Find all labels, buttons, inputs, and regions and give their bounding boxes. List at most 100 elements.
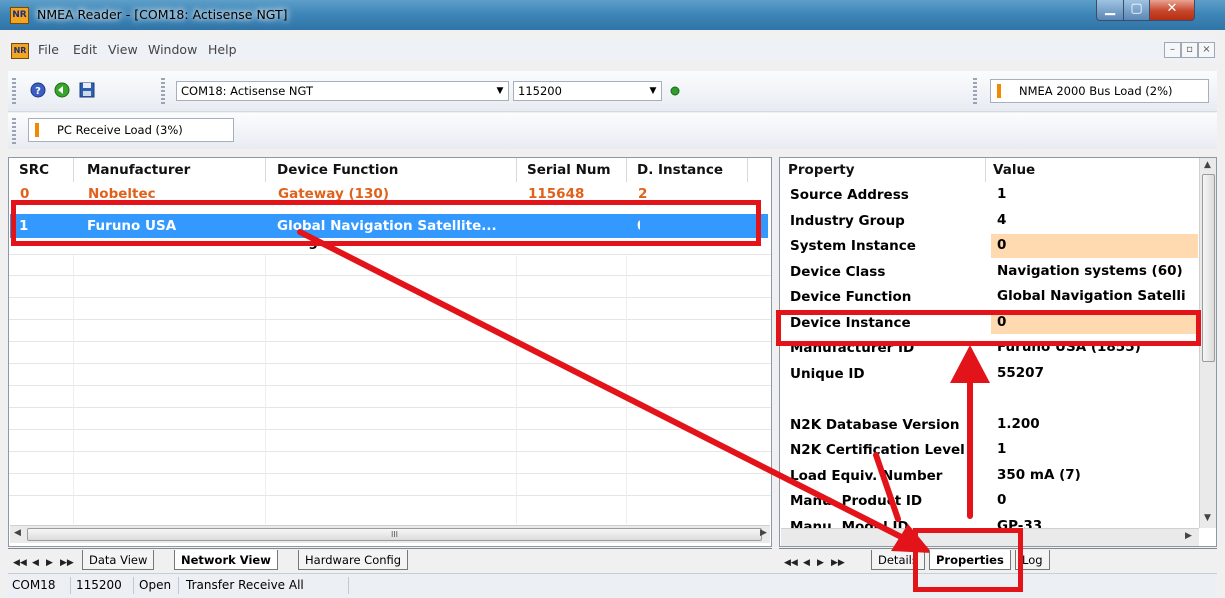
property-name: Manufacturer ID bbox=[790, 340, 915, 356]
first-tab-icon[interactable]: ◀◀ bbox=[13, 553, 27, 573]
menu-help[interactable]: Help bbox=[208, 42, 237, 57]
first-tab-icon[interactable]: ◀◀ bbox=[784, 553, 798, 573]
bus-load-label: NMEA 2000 Bus Load (2%) bbox=[1019, 84, 1173, 98]
save-icon[interactable] bbox=[78, 81, 96, 99]
maximize-button[interactable]: ▢ bbox=[1123, 0, 1150, 21]
property-row[interactable]: Device Function Global Navigation Satelli bbox=[780, 285, 1198, 311]
column-header-d-instance[interactable]: D. Instance bbox=[637, 158, 723, 182]
prev-tab-icon[interactable]: ◀ bbox=[803, 553, 810, 573]
connect-icon[interactable] bbox=[53, 81, 71, 99]
column-header-property[interactable]: Property bbox=[788, 158, 855, 182]
cell-src: 1 bbox=[19, 218, 29, 234]
scroll-right-arrow-icon[interactable]: ▶ bbox=[1185, 531, 1192, 541]
column-header-value[interactable]: Value bbox=[993, 158, 1035, 182]
property-row[interactable]: Industry Group 4 bbox=[780, 209, 1198, 235]
toolbar-grip[interactable] bbox=[12, 118, 16, 144]
menu-window[interactable]: Window bbox=[148, 42, 197, 57]
menu-edit[interactable]: Edit bbox=[73, 42, 97, 57]
property-value: 1.200 bbox=[997, 415, 1040, 432]
tab-log[interactable]: Log bbox=[1015, 550, 1050, 570]
property-value: Global Navigation Satelli bbox=[997, 288, 1186, 304]
status-state: Open bbox=[139, 578, 172, 592]
left-tab-strip: ◀◀ ◀ ▶ ▶▶ Data View Network View Hardwar… bbox=[8, 548, 772, 571]
app-icon: NR bbox=[10, 7, 29, 24]
property-name: Device Class bbox=[790, 263, 886, 280]
tab-details[interactable]: Details bbox=[871, 550, 925, 570]
pc-load-bar bbox=[35, 123, 39, 137]
port-select[interactable]: COM18: Actisense NGT ▼ bbox=[176, 81, 509, 101]
table-row[interactable]: 0 Nobeltec Gateway (130) 115648 2 bbox=[10, 182, 770, 200]
mdi-restore-button[interactable]: ▫ bbox=[1181, 42, 1198, 58]
scroll-down-arrow-icon[interactable]: ▼ bbox=[1204, 513, 1211, 523]
column-header-serial-num[interactable]: Serial Num bbox=[527, 158, 611, 182]
table-row-selected-tail[interactable] bbox=[640, 214, 768, 238]
bus-load-indicator: NMEA 2000 Bus Load (2%) bbox=[990, 79, 1209, 103]
toolbar-grip[interactable] bbox=[161, 78, 165, 104]
property-name: Device Function bbox=[790, 289, 912, 305]
toolbar-grip[interactable] bbox=[973, 78, 977, 104]
port-select-value: COM18: Actisense NGT bbox=[181, 84, 314, 98]
svg-text:?: ? bbox=[35, 86, 41, 97]
chevron-down-icon[interactable]: ▼ bbox=[645, 82, 661, 100]
scrollbar-thumb[interactable]: III bbox=[27, 528, 762, 541]
scroll-up-arrow-icon[interactable]: ▲ bbox=[1204, 160, 1211, 170]
column-header-device-function[interactable]: Device Function bbox=[277, 158, 398, 182]
property-row[interactable]: Manufacturer ID Furuno USA (1855) bbox=[780, 336, 1198, 362]
cell-src: 2 bbox=[20, 242, 30, 250]
help-icon[interactable]: ? bbox=[29, 81, 47, 99]
last-tab-icon[interactable]: ▶▶ bbox=[831, 553, 845, 573]
close-button[interactable]: ✕ bbox=[1149, 0, 1195, 21]
chevron-down-icon[interactable]: ▼ bbox=[492, 82, 508, 100]
tab-network-view[interactable]: Network View bbox=[174, 550, 278, 570]
property-row[interactable] bbox=[780, 387, 1198, 413]
property-row[interactable]: Unique ID 55207 bbox=[780, 362, 1198, 388]
prev-tab-icon[interactable]: ◀ bbox=[32, 553, 39, 573]
properties-horizontal-scrollbar[interactable]: ▶ bbox=[781, 528, 1199, 546]
window-title: NMEA Reader - [COM18: Actisense NGT] bbox=[37, 7, 288, 22]
property-row[interactable]: Source Address 1 bbox=[780, 188, 1198, 209]
horizontal-scrollbar[interactable]: ◀ III ▶ bbox=[10, 525, 770, 543]
cell-src: 0 bbox=[20, 186, 30, 200]
property-value: 4 bbox=[997, 211, 1007, 228]
load-toolbar: PC Receive Load (3%) bbox=[8, 113, 1217, 149]
property-value: 55207 bbox=[997, 364, 1044, 381]
table-row[interactable]: 2 Furuno USA Integrated Instrumentation … bbox=[10, 242, 770, 254]
property-row[interactable]: N2K Database Version 1.200 bbox=[780, 413, 1198, 439]
property-row[interactable]: N2K Certification Level 1 bbox=[780, 438, 1198, 464]
column-header-manufacturer[interactable]: Manufacturer bbox=[87, 158, 190, 182]
mdi-child-icon[interactable]: NR bbox=[11, 43, 29, 59]
property-row[interactable]: Manu. Product ID 0 bbox=[780, 489, 1198, 515]
table-row-selected[interactable]: 1 Furuno USA Global Navigation Satellite… bbox=[10, 214, 646, 238]
mdi-minimize-button[interactable]: – bbox=[1164, 42, 1181, 58]
menu-file[interactable]: File bbox=[38, 42, 59, 57]
next-tab-icon[interactable]: ▶ bbox=[46, 553, 53, 573]
toolbar-grip[interactable] bbox=[12, 78, 16, 104]
main-toolbar: ? COM18: Actisense NGT ▼ 115200 ▼ NMEA 2… bbox=[8, 71, 1217, 112]
property-name: Load Equiv. Number bbox=[790, 467, 943, 484]
column-header-src[interactable]: SRC bbox=[19, 158, 49, 182]
baud-select[interactable]: 115200 ▼ bbox=[513, 81, 662, 101]
scroll-right-arrow-icon[interactable]: ▶ bbox=[760, 528, 767, 538]
scroll-left-arrow-icon[interactable]: ◀ bbox=[14, 528, 21, 538]
property-row[interactable]: Load Equiv. Number 350 mA (7) bbox=[780, 464, 1198, 490]
mdi-close-button[interactable]: × bbox=[1198, 42, 1215, 58]
tab-data-view[interactable]: Data View bbox=[82, 550, 155, 570]
tab-properties[interactable]: Properties bbox=[929, 550, 1011, 570]
cell-manufacturer: Nobeltec bbox=[88, 186, 156, 200]
pc-load-indicator: PC Receive Load (3%) bbox=[28, 118, 234, 142]
property-row[interactable]: Device Instance 0 bbox=[780, 310, 1198, 337]
next-tab-icon[interactable]: ▶ bbox=[817, 553, 824, 573]
property-row[interactable]: Device Class Navigation systems (60) bbox=[780, 260, 1198, 286]
title-bar: NR NMEA Reader - [COM18: Actisense NGT] … bbox=[0, 0, 1225, 30]
status-led-icon bbox=[670, 86, 680, 96]
cell-device-function: Gateway (130) bbox=[278, 186, 389, 200]
vertical-scrollbar[interactable]: ▲ ▼ bbox=[1199, 158, 1216, 528]
tab-hardware-config[interactable]: Hardware Config bbox=[298, 550, 409, 570]
scrollbar-thumb[interactable] bbox=[1202, 174, 1215, 362]
properties-panel: Property Value Source Address 1 Industry G… bbox=[779, 157, 1217, 547]
property-row[interactable]: Manu. Model ID GP-33 bbox=[780, 515, 1198, 529]
menu-view[interactable]: View bbox=[108, 42, 138, 57]
minimize-button[interactable]: ▁ bbox=[1096, 0, 1124, 21]
property-row[interactable]: System Instance 0 bbox=[780, 234, 1198, 260]
last-tab-icon[interactable]: ▶▶ bbox=[60, 553, 74, 573]
